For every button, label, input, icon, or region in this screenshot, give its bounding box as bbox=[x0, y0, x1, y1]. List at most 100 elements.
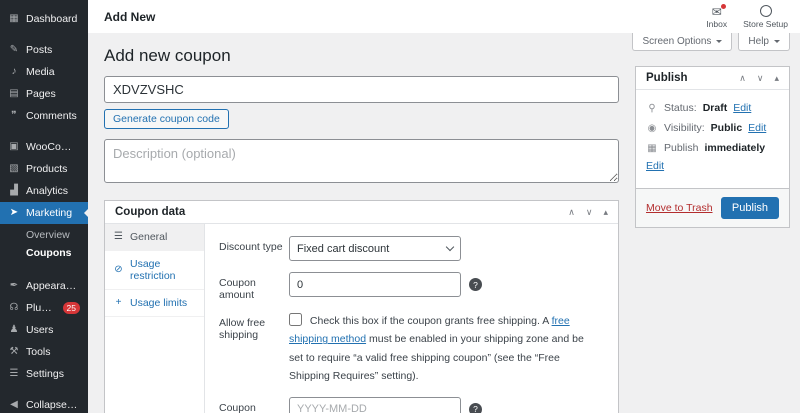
sidebar-item-coupons[interactable]: Coupons bbox=[0, 244, 88, 262]
sidebar-item-label: Settings bbox=[26, 368, 64, 380]
sidebar-item-label: Comments bbox=[26, 110, 77, 122]
store-setup-button[interactable]: Store Setup bbox=[743, 4, 788, 29]
coupon-expiry-label: Coupon expiry date bbox=[219, 401, 256, 413]
sidebar-item-posts[interactable]: ✎ Posts bbox=[0, 39, 88, 61]
discount-type-select[interactable]: Fixed cart discount bbox=[289, 236, 461, 261]
move-up-icon[interactable]: ∧ bbox=[739, 73, 746, 83]
help-button[interactable]: Help bbox=[738, 33, 790, 51]
sliders-icon: ☰ bbox=[114, 231, 123, 242]
edit-status-link[interactable]: Edit bbox=[733, 102, 751, 114]
panel-controls: ∧ ∨ ▴ bbox=[739, 73, 779, 83]
sidebar-item-tools[interactable]: ⚒ Tools bbox=[0, 341, 88, 363]
edit-schedule-link[interactable]: Edit bbox=[646, 160, 664, 172]
sidebar-item-label: Collapse menu bbox=[26, 399, 80, 411]
publish-panel-header: Publish ∧ ∨ ▴ bbox=[636, 67, 789, 90]
sidebar-item-woocommerce[interactable]: ▣ WooCommerce bbox=[0, 136, 88, 158]
sidebar-item-media[interactable]: ♪ Media bbox=[0, 61, 88, 83]
coupon-form-column: Add new coupon Generate coupon code Coup… bbox=[104, 43, 619, 413]
status-value: Draft bbox=[702, 102, 728, 114]
sidebar-item-label: WooCommerce bbox=[26, 141, 80, 153]
discount-type-label: Discount type bbox=[219, 241, 283, 253]
publish-button[interactable]: Publish bbox=[720, 197, 779, 219]
coupon-expiry-input[interactable] bbox=[289, 396, 461, 413]
move-up-icon[interactable]: ∧ bbox=[568, 207, 575, 217]
help-tip-icon[interactable]: ? bbox=[469, 278, 482, 291]
pages-icon: ▤ bbox=[9, 88, 19, 99]
publish-panel-body: ⚲ Status: Draft Edit ◉ Visibility: Publi… bbox=[636, 90, 789, 188]
plugins-update-badge: 25 bbox=[62, 302, 80, 314]
sidebar-item-settings[interactable]: ☰ Settings bbox=[0, 363, 88, 385]
chevron-down-icon bbox=[774, 40, 780, 46]
edit-visibility-link[interactable]: Edit bbox=[748, 122, 766, 134]
sidebar-item-label: Pages bbox=[26, 88, 56, 100]
coupon-data-tabs: ☰ General ⊘ Usage restriction + Usage li… bbox=[105, 224, 205, 413]
free-shipping-checkbox[interactable] bbox=[289, 313, 302, 326]
inbox-button[interactable]: ✉ Inbox bbox=[706, 3, 727, 29]
tab-general[interactable]: ☰ General bbox=[105, 224, 204, 251]
sidebar-item-products[interactable]: ▧ Products bbox=[0, 158, 88, 180]
dashboard-icon: ▦ bbox=[9, 13, 19, 24]
free-shipping-row: Allow free shipping Check this box if th… bbox=[219, 312, 604, 386]
tab-usage-limits[interactable]: + Usage limits bbox=[105, 290, 204, 317]
publish-panel-footer: Move to Trash Publish bbox=[636, 188, 789, 227]
topbar-title: Add New bbox=[104, 9, 156, 24]
screen-options-button[interactable]: Screen Options bbox=[632, 33, 733, 51]
sidebar-item-comments[interactable]: ❞ Comments bbox=[0, 105, 88, 127]
discount-type-row: Discount type Fixed cart discount bbox=[219, 236, 604, 261]
visibility-value: Public bbox=[710, 122, 743, 134]
schedule-label: Publish bbox=[664, 142, 699, 154]
status-row: ⚲ Status: Draft Edit bbox=[646, 102, 779, 114]
store-setup-label: Store Setup bbox=[743, 18, 788, 29]
toggle-panel-icon[interactable]: ▴ bbox=[774, 73, 779, 83]
sidebar-item-marketing[interactable]: ➤ Marketing bbox=[0, 202, 88, 224]
sidebar-item-overview[interactable]: Overview bbox=[0, 226, 88, 244]
coupon-amount-input[interactable] bbox=[289, 272, 461, 297]
move-to-trash-link[interactable]: Move to Trash bbox=[646, 202, 713, 214]
woocommerce-icon: ▣ bbox=[9, 141, 19, 152]
notification-dot bbox=[720, 3, 726, 9]
description-textarea[interactable] bbox=[104, 139, 619, 183]
sidebar-item-label: Posts bbox=[26, 44, 53, 56]
sidebar-item-plugins[interactable]: ☊ Plugins 25 bbox=[0, 297, 88, 319]
move-down-icon[interactable]: ∨ bbox=[757, 73, 764, 83]
coupon-data-title: Coupon data bbox=[115, 206, 186, 218]
coupon-code-input[interactable] bbox=[104, 76, 619, 103]
publish-column: Publish ∧ ∨ ▴ ⚲ Status: Draft Edit ◉ Vis… bbox=[635, 66, 790, 228]
appearance-icon: ✒ bbox=[9, 280, 19, 291]
admin-content: Add New ✉ Inbox Store Setup Screen Optio… bbox=[88, 0, 800, 413]
tools-icon: ⚒ bbox=[9, 346, 19, 357]
coupon-amount-row: Coupon amount ? bbox=[219, 272, 604, 301]
generate-coupon-code-button[interactable]: Generate coupon code bbox=[104, 109, 229, 129]
chevron-down-icon bbox=[716, 40, 723, 46]
plus-icon: + bbox=[115, 297, 122, 308]
sidebar-item-analytics[interactable]: ▟ Analytics bbox=[0, 180, 88, 202]
store-setup-icon bbox=[759, 4, 772, 17]
admin-topbar: Add New ✉ Inbox Store Setup bbox=[88, 0, 800, 33]
sidebar-item-label: Products bbox=[26, 163, 68, 175]
products-icon: ▧ bbox=[9, 163, 19, 174]
help-tip-icon[interactable]: ? bbox=[469, 402, 482, 413]
publish-panel: Publish ∧ ∨ ▴ ⚲ Status: Draft Edit ◉ Vis… bbox=[635, 66, 790, 228]
sidebar-item-users[interactable]: ♟ Users bbox=[0, 319, 88, 341]
coupon-data-panel: Coupon data ∧ ∨ ▴ ☰ General ⊘ Usage rest… bbox=[104, 200, 619, 413]
collapse-menu-button[interactable]: ◀ Collapse menu bbox=[0, 394, 88, 413]
free-shipping-label: Allow free shipping bbox=[219, 317, 266, 341]
toggle-panel-icon[interactable]: ▴ bbox=[603, 207, 608, 217]
sidebar-item-dashboard[interactable]: ▦ Dashboard bbox=[0, 8, 88, 30]
visibility-label: Visibility: bbox=[664, 122, 705, 134]
comments-icon: ❞ bbox=[11, 110, 17, 121]
tab-label: General bbox=[130, 231, 168, 243]
coupon-data-panel-header: Coupon data ∧ ∨ ▴ bbox=[105, 201, 618, 224]
restriction-icon: ⊘ bbox=[114, 264, 123, 275]
sidebar-item-label: Users bbox=[26, 324, 54, 336]
sidebar-item-pages[interactable]: ▤ Pages bbox=[0, 83, 88, 105]
tab-usage-restriction[interactable]: ⊘ Usage restriction bbox=[105, 251, 204, 290]
collapse-arrow-icon: ◀ bbox=[10, 399, 18, 410]
move-down-icon[interactable]: ∨ bbox=[586, 207, 593, 217]
sidebar-item-appearance[interactable]: ✒ Appearance bbox=[0, 275, 88, 297]
calendar-icon: ▦ bbox=[647, 143, 657, 154]
schedule-value: immediately bbox=[704, 142, 766, 154]
coupon-amount-label: Coupon amount bbox=[219, 277, 256, 301]
sidebar-item-label: Analytics bbox=[26, 185, 69, 197]
sidebar-item-label: Media bbox=[26, 66, 55, 78]
